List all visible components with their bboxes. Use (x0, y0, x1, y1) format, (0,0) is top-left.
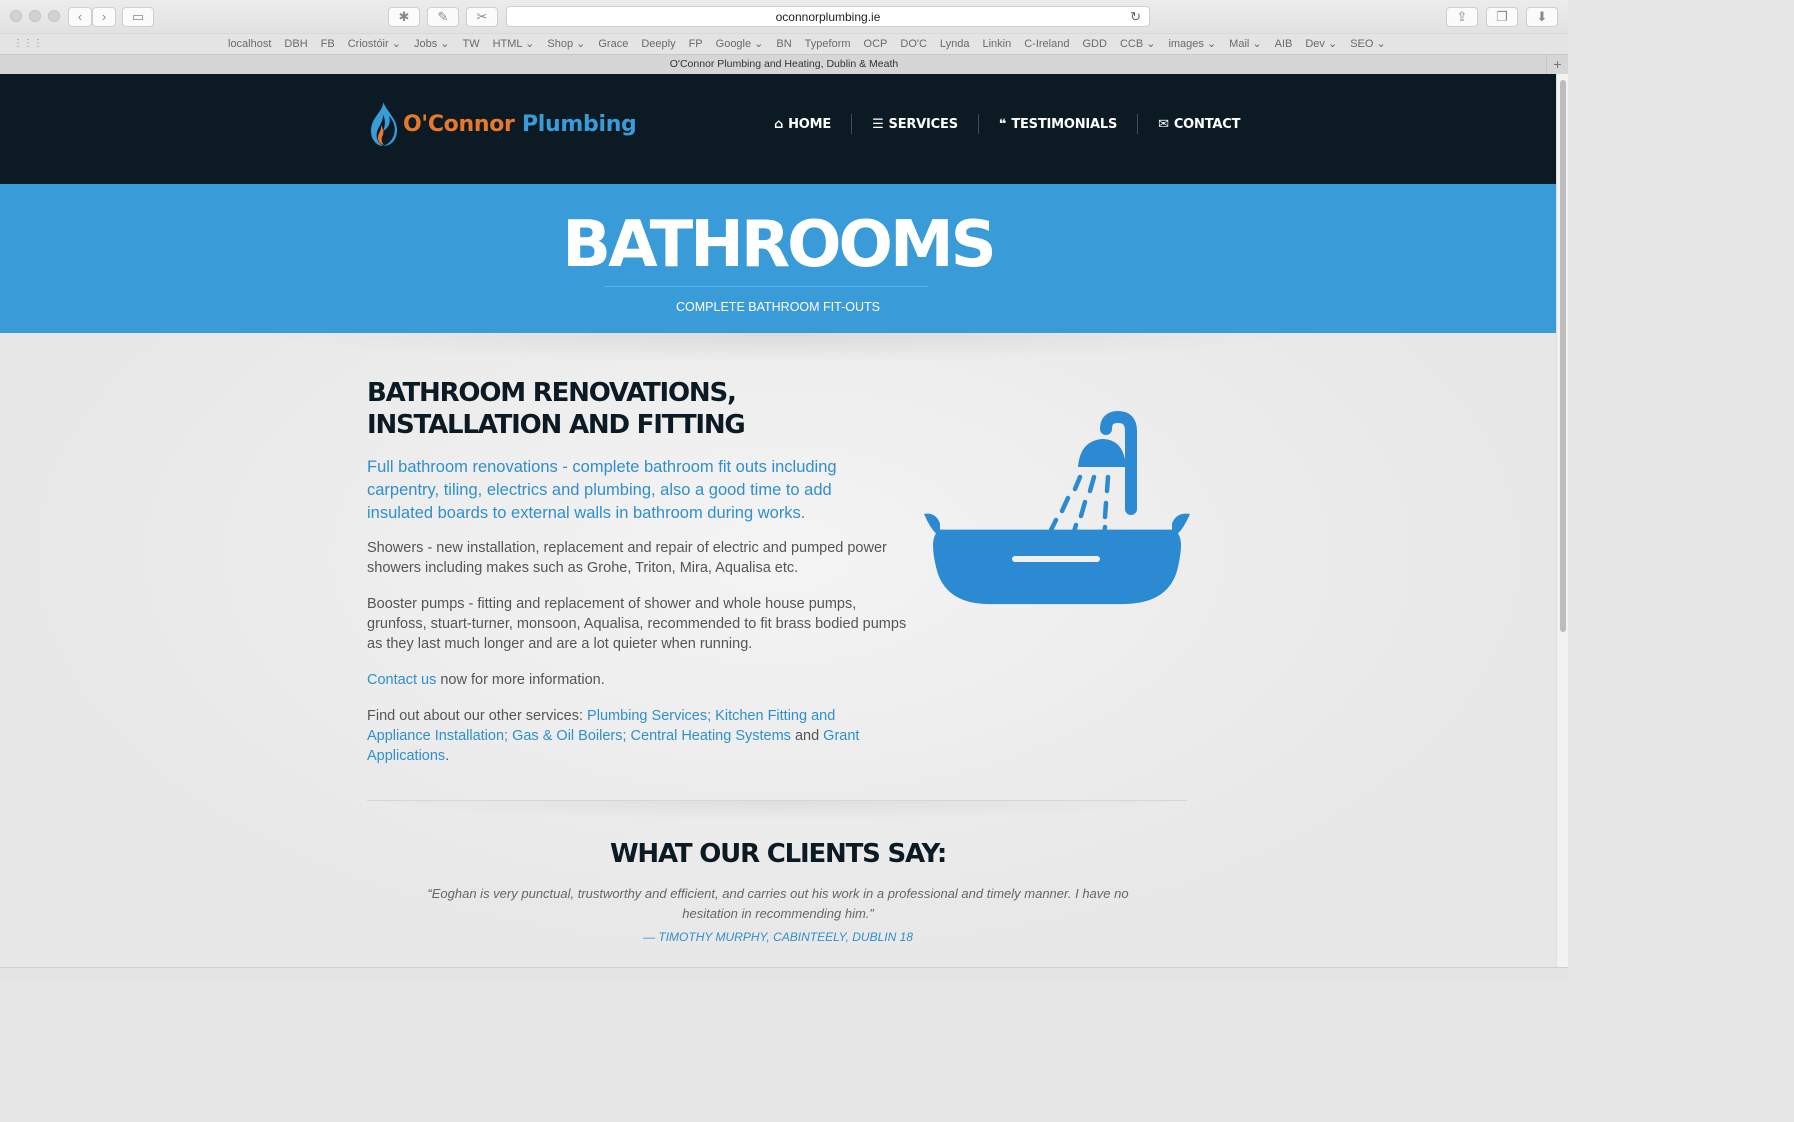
share-button[interactable]: ⇪ (1446, 7, 1478, 27)
close-window-icon[interactable] (10, 10, 22, 22)
page-title: BATHROOMS (562, 208, 996, 282)
nav-label-services: SERVICES (888, 116, 959, 132)
bookmark-item[interactable]: OCP (864, 34, 888, 54)
minimize-window-icon[interactable] (29, 10, 41, 22)
nav-label-contact: CONTACT (1173, 116, 1241, 132)
testimonial-quote: “Eoghan is very punctual, trustworthy an… (427, 886, 1129, 921)
section-heading: BATHROOM RENOVATIONS, INSTALLATION AND F… (367, 378, 746, 440)
contact-paragraph-text: now for more information. (436, 672, 605, 688)
title-underline (604, 286, 928, 287)
page-scrollbar[interactable] (1556, 74, 1568, 967)
chat-bubbles-icon: ❝ (998, 116, 1007, 132)
bookmark-item[interactable]: DO'C (900, 34, 927, 54)
testimonials-heading: WHAT OUR CLIENTS SAY: (609, 839, 947, 869)
lead-paragraph: Full bathroom renovations - complete bat… (367, 458, 837, 522)
bookmark-item[interactable]: DBH (284, 34, 307, 54)
nav-divider (851, 114, 853, 134)
bookmark-item[interactable]: Deeply (641, 34, 675, 54)
bookmark-item[interactable]: Lynda (940, 34, 970, 54)
logo-text-oconnor: O'Connor (403, 111, 515, 137)
bookmark-item[interactable]: BN (776, 34, 791, 54)
hero-banner: BATHROOMS COMPLETE BATHROOM FIT-OUTS (0, 184, 1556, 333)
nav-item-services[interactable]: ☰ SERVICES (862, 117, 968, 132)
back-button[interactable]: ‹ (68, 7, 92, 27)
bookmarks-bar: ⋮⋮⋮ localhost DBH FB Criostóir ⌄ Jobs ⌄ TW HTM… (0, 33, 1568, 54)
extension-bug-icon[interactable]: ✱ (388, 7, 420, 27)
bookmark-item[interactable]: Shop ⌄ (547, 34, 585, 54)
nav-label-home: HOME (788, 116, 832, 132)
browser-chrome: ‹ › ▭ ✱ ✎ ✂ oconnorplumbing.ie ↻ ⇪ ❐ ⬇ ⋮… (0, 0, 1568, 74)
reload-icon[interactable]: ↻ (1130, 7, 1141, 27)
showers-paragraph: Showers - new installation, replacement … (367, 540, 887, 576)
main-nav: ⌂ HOME ☰ SERVICES ❝ TESTIMONIALS ✉ CONTA… (764, 113, 1250, 135)
other-services-and: and (790, 728, 824, 744)
nav-item-contact[interactable]: ✉ CONTACT (1148, 117, 1250, 132)
nav-label-testimonials: TESTIMONIALS (1011, 116, 1118, 132)
bookmark-item[interactable]: FP (689, 34, 703, 54)
contact-us-link[interactable]: Contact us (367, 672, 436, 688)
other-services-paragraph: Find out about our other services: Plumb… (367, 706, 887, 766)
nav-item-testimonials[interactable]: ❝ TESTIMONIALS (989, 117, 1127, 132)
logo-text: O'Connor Plumbing (403, 112, 637, 137)
list-icon: ☰ (872, 116, 884, 132)
bookmark-item[interactable]: Dev ⌄ (1305, 34, 1337, 54)
bookmark-item[interactable]: SEO ⌄ (1350, 34, 1386, 54)
main-content: BATHROOM RENOVATIONS, INSTALLATION AND F… (0, 333, 1556, 967)
contact-paragraph: Contact us now for more information. (367, 670, 907, 690)
scrollbar-thumb[interactable] (1560, 80, 1566, 632)
other-services-prefix: Find out about our other services: (367, 708, 588, 724)
nav-divider (1137, 114, 1139, 134)
bookmark-item[interactable]: AIB (1275, 34, 1293, 54)
bookmark-item[interactable]: images ⌄ (1168, 34, 1216, 54)
tabs-overview-button[interactable]: ❐ (1486, 7, 1518, 27)
section-divider-shadow (367, 801, 1187, 821)
bookmark-item[interactable]: Google ⌄ (716, 34, 764, 54)
downloads-button[interactable]: ⬇ (1526, 7, 1558, 27)
sidebar-toggle-button[interactable]: ▭ (122, 7, 154, 27)
home-icon: ⌂ (774, 116, 784, 132)
bookmark-item[interactable]: FB (321, 34, 335, 54)
zoom-window-icon[interactable] (48, 10, 60, 22)
browser-toolbar: ‹ › ▭ ✱ ✎ ✂ oconnorplumbing.ie ↻ ⇪ ❐ ⬇ (0, 0, 1568, 33)
tab-title[interactable]: O'Connor Plumbing and Heating, Dublin & … (670, 58, 898, 70)
url-text: oconnorplumbing.ie (775, 10, 881, 24)
extension-clip-icon[interactable]: ✂ (466, 7, 498, 27)
bookmark-item[interactable]: Mail ⌄ (1229, 34, 1261, 54)
site-header: O'Connor Plumbing ⌂ HOME ☰ SERVICES ❝ TE… (0, 74, 1556, 184)
new-tab-icon[interactable]: + (1546, 55, 1568, 74)
extension-edit-icon[interactable]: ✎ (427, 7, 459, 27)
flame-logo-icon (371, 102, 397, 146)
bookmark-list: localhost DBH FB Criostóir ⌄ Jobs ⌄ TW HTML ⌄ S… (228, 34, 1399, 54)
booster-pumps-paragraph: Booster pumps - fitting and replacement … (367, 596, 907, 652)
forward-button[interactable]: › (92, 7, 116, 27)
testimonial-author: — TIMOTHY MURPHY, CABINTEELY, DUBLIN 18 (643, 930, 913, 944)
nav-item-home[interactable]: ⌂ HOME (764, 117, 841, 132)
bookmark-item[interactable]: GDD (1082, 34, 1106, 54)
address-bar[interactable]: oconnorplumbing.ie ↻ (506, 6, 1150, 27)
browser-status-bar (0, 967, 1568, 981)
bookmark-item[interactable]: Jobs ⌄ (414, 34, 450, 54)
bookmark-item[interactable]: Grace (598, 34, 628, 54)
top-sites-icon[interactable]: ⋮⋮⋮ (13, 38, 43, 50)
envelope-icon: ✉ (1158, 116, 1169, 132)
bookmark-item[interactable]: Criostóir ⌄ (348, 34, 401, 54)
section-shadow (250, 333, 1306, 363)
bookmark-item[interactable]: CCB ⌄ (1120, 34, 1156, 54)
nav-divider (977, 114, 979, 134)
bathtub-shower-icon (924, 410, 1190, 605)
bookmark-item[interactable]: HTML ⌄ (493, 34, 535, 54)
logo-text-plumbing: Plumbing (521, 111, 637, 137)
other-services-end: . (445, 748, 450, 764)
bookmark-item[interactable]: localhost (228, 34, 271, 54)
bookmark-item[interactable]: Linkin (982, 34, 1011, 54)
bookmark-item[interactable]: TW (462, 34, 479, 54)
bookmark-item[interactable]: C-Ireland (1024, 34, 1069, 54)
tab-bar: O'Connor Plumbing and Heating, Dublin & … (0, 54, 1568, 74)
web-page: O'Connor Plumbing ⌂ HOME ☰ SERVICES ❝ TE… (0, 74, 1556, 967)
site-logo[interactable]: O'Connor Plumbing (367, 100, 637, 148)
bookmark-item[interactable]: Typeform (805, 34, 851, 54)
page-subtitle: COMPLETE BATHROOM FIT-OUTS (676, 300, 880, 314)
